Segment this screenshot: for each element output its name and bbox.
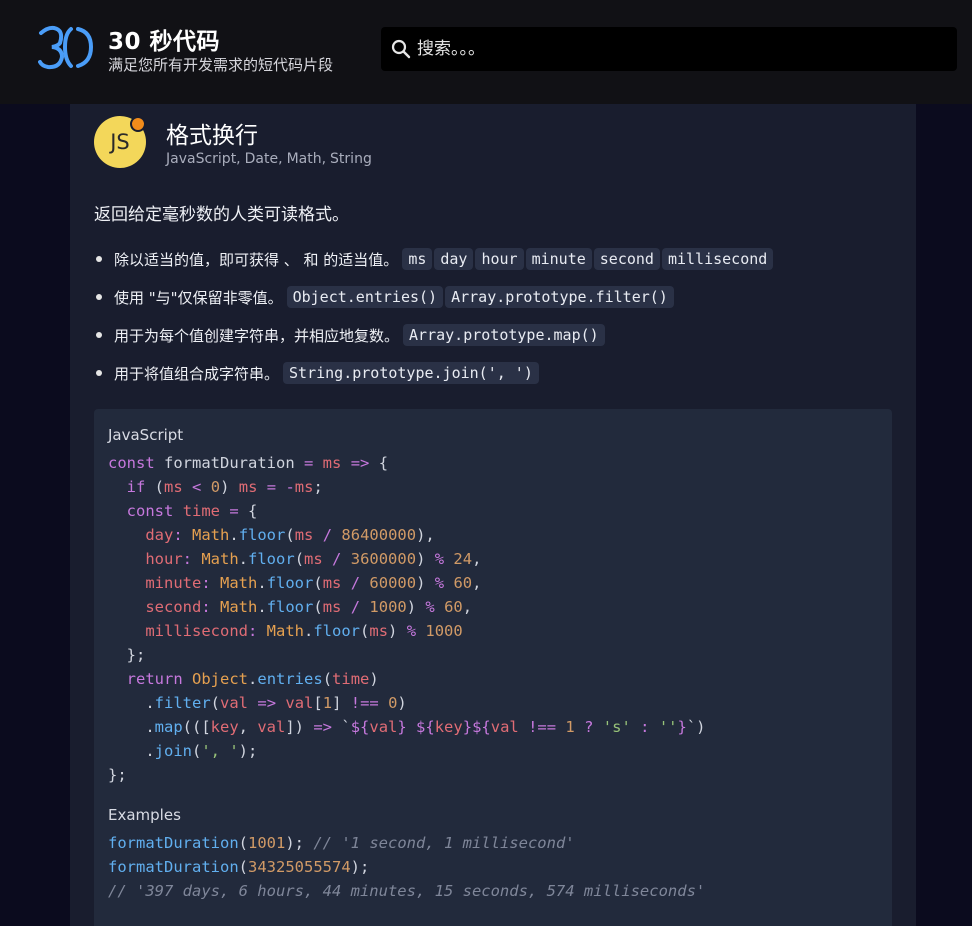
inline-code: millisecond	[661, 248, 774, 270]
bullet-dot	[96, 332, 102, 338]
inline-code: minute	[525, 248, 592, 270]
explanation-list: 除以适当的值，即可获得 、 和 的适当值。 ms day hour minute…	[94, 245, 894, 397]
bullet-text: 用于将值组合成字符串。	[114, 364, 280, 383]
bullet-text: 使用 "与"仅保留非零值。	[114, 288, 283, 307]
snippet-card: JS 格式换行 JavaScript, Date, Math, String 返…	[70, 104, 916, 926]
bullet-text: 用于为每个值创建字符串，并相应地复数。	[114, 326, 400, 345]
tag[interactable]: Date,	[245, 151, 283, 167]
brand-title[interactable]: 30 秒代码	[108, 22, 220, 56]
logo-30-icon[interactable]	[38, 24, 94, 70]
bullet-dot	[96, 256, 102, 262]
examples-code[interactable]: formatDuration(1001); // '1 second, 1 mi…	[108, 831, 705, 903]
inline-code: day	[434, 248, 474, 270]
code-block: JavaScript const formatDuration = ms => …	[94, 409, 892, 926]
site-header: 30 秒代码 满足您所有开发需求的短代码片段	[0, 0, 972, 104]
new-indicator-dot	[130, 116, 146, 132]
list-item: 使用 "与"仅保留非零值。 Object.entries() Array.pro…	[94, 283, 894, 311]
bullet-dot	[96, 370, 102, 376]
snippet-description: 返回给定毫秒数的人类可读格式。	[94, 205, 349, 225]
snippet-title: 格式换行	[166, 123, 258, 149]
bullet-dot	[96, 294, 102, 300]
list-item: 除以适当的值，即可获得 、 和 的适当值。 ms day hour minute…	[94, 245, 894, 273]
inline-code: second	[593, 248, 660, 270]
inline-code: hour	[475, 248, 524, 270]
tag[interactable]: String	[330, 151, 372, 167]
inline-code: ms	[402, 248, 433, 270]
search-icon	[391, 39, 411, 59]
examples-label: Examples	[108, 806, 181, 824]
search-input[interactable]	[417, 27, 937, 71]
inline-code: Array.prototype.map()	[403, 324, 605, 346]
list-item: 用于为每个值创建字符串，并相应地复数。 Array.prototype.map(…	[94, 321, 894, 349]
brand-subtitle: 满足您所有开发需求的短代码片段	[108, 56, 334, 74]
list-item: 用于将值组合成字符串。 String.prototype.join(', ')	[94, 359, 894, 387]
code-content[interactable]: const formatDuration = ms => { if (ms < …	[108, 451, 706, 787]
inline-code: String.prototype.join(', ')	[283, 362, 539, 384]
tag-list: JavaScript, Date, Math, String	[166, 151, 372, 167]
bullet-text: 除以适当的值，即可获得 、 和 的适当值。	[114, 250, 399, 269]
search-box[interactable]	[381, 27, 957, 71]
tag[interactable]: JavaScript,	[166, 151, 241, 167]
inline-code: Array.prototype.filter()	[445, 286, 674, 308]
code-language-label: JavaScript	[108, 426, 184, 444]
inline-code: Object.entries()	[286, 286, 444, 308]
tag[interactable]: Math,	[287, 151, 326, 167]
